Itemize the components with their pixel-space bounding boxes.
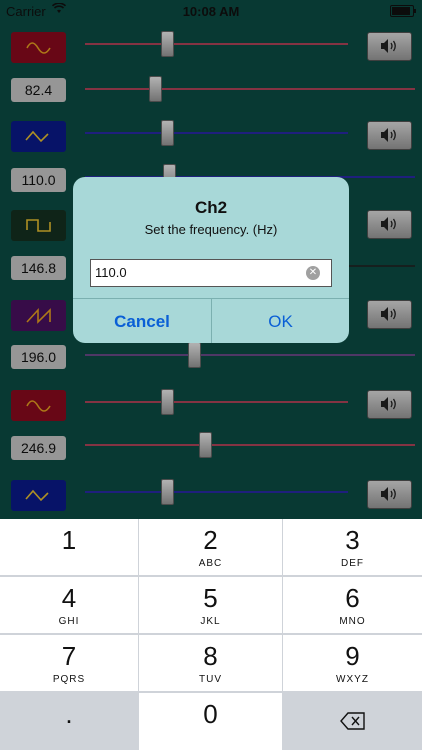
frequency-dialog: Ch2 Set the frequency. (Hz) 110.0 ✕ Canc… bbox=[73, 177, 349, 343]
clear-icon[interactable]: ✕ bbox=[306, 266, 320, 280]
key-9[interactable]: 9 WXYZ bbox=[283, 635, 422, 691]
key-0[interactable]: 0 bbox=[139, 693, 282, 750]
key-7[interactable]: 7 PQRS bbox=[0, 635, 138, 691]
key-5[interactable]: 5 JKL bbox=[139, 577, 282, 633]
key-6[interactable]: 6 MNO bbox=[283, 577, 422, 633]
dialog-title: Ch2 bbox=[194, 198, 228, 217]
backspace-icon bbox=[339, 712, 365, 730]
cancel-button[interactable]: Cancel bbox=[73, 299, 212, 343]
key-4[interactable]: 4 GHI bbox=[0, 577, 138, 633]
dialog-message: Set the frequency. (Hz) bbox=[144, 222, 278, 237]
delete-key[interactable] bbox=[283, 693, 422, 750]
numeric-keypad: 1 2 ABC 3 DEF 4 GHI 5 JKL 6 MNO 7 PQRS 8 TUV 9W… bbox=[0, 519, 422, 750]
key-8[interactable]: 8 TUV bbox=[139, 635, 282, 691]
key-2[interactable]: 2 ABC bbox=[139, 519, 282, 575]
frequency-input[interactable]: 110.0 ✕ bbox=[90, 259, 332, 287]
frequency-input-value: 110.0 bbox=[95, 265, 127, 280]
key-3[interactable]: 3 DEF bbox=[283, 519, 422, 575]
key-decimal[interactable]: . bbox=[0, 693, 138, 750]
key-1[interactable]: 1 bbox=[0, 519, 138, 575]
dialog-buttons: Cancel OK bbox=[73, 298, 349, 343]
ok-button[interactable]: OK bbox=[212, 299, 349, 343]
